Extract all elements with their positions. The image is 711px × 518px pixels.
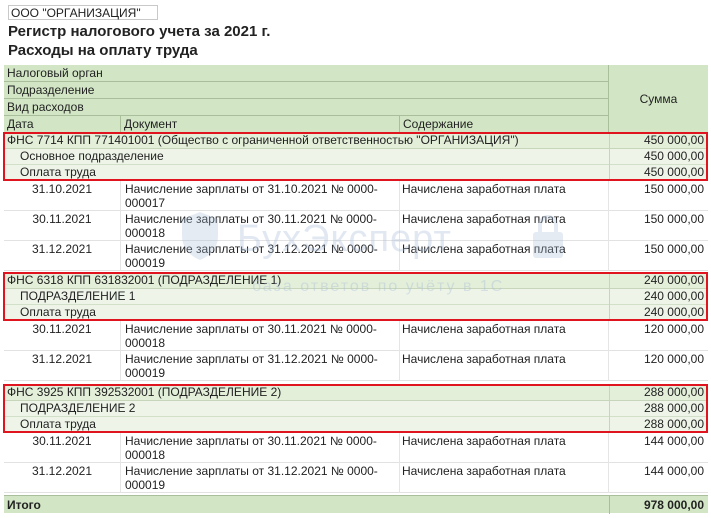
subdivision-label: Основное подразделение [20,149,164,163]
group-subdivision-row[interactable]: Основное подразделение 450 000,00 [4,149,708,165]
row-date: 31.12.2021 [4,351,121,381]
row-date: 30.11.2021 [4,433,121,463]
total-row: Итого 978 000,00 [4,495,708,514]
subdivision-label: ПОДРАЗДЕЛЕНИЕ 1 [20,289,136,303]
row-date: 31.12.2021 [4,241,121,271]
subdivision-label: ПОДРАЗДЕЛЕНИЕ 2 [20,401,136,415]
total-label: Итого [7,498,41,512]
row-date: 31.10.2021 [4,181,121,211]
expense-type-amount: 450 000,00 [609,165,708,181]
expense-type-amount: 288 000,00 [609,417,708,433]
row-document[interactable]: Начисление зарплаты от 31.10.2021 № 0000… [121,181,400,211]
row-amount: 144 000,00 [643,434,704,448]
report-title: Регистр налогового учета за 2021 г. [8,23,271,40]
group-tax-authority-row[interactable]: ФНС 6318 КПП 631832001 (ПОДРАЗДЕЛЕНИЕ 1)… [4,273,708,289]
tax-authority-label: ФНС 7714 КПП 771401001 (Общество с огран… [7,133,519,147]
row-document[interactable]: Начисление зарплаты от 30.11.2021 № 0000… [121,321,400,351]
table-row[interactable]: 31.12.2021 Начисление зарплаты от 31.12.… [4,351,708,381]
column-header-content: Содержание [400,116,609,133]
row-content: Начислена заработная плата [400,321,609,351]
table-row[interactable]: 30.11.2021 Начисление зарплаты от 30.11.… [4,211,708,241]
group-expense-type-row[interactable]: Оплата труда 240 000,00 [4,305,708,321]
tax-authority-amount: 240 000,00 [609,273,708,289]
row-date: 30.11.2021 [4,211,121,241]
row-content: Начислена заработная плата [400,211,609,241]
row-document[interactable]: Начисление зарплаты от 30.11.2021 № 0000… [121,211,400,241]
row-content: Начислена заработная плата [400,351,609,381]
expense-type-amount: 240 000,00 [609,305,708,321]
column-header-expense-type: Вид расходов [4,99,609,116]
row-amount: 150 000,00 [643,182,704,196]
column-header-date: Дата [4,116,121,133]
column-header-tax-authority: Налоговый орган [4,65,609,82]
subdivision-amount: 450 000,00 [609,149,708,165]
row-document[interactable]: Начисление зарплаты от 31.12.2021 № 0000… [121,351,400,381]
expense-type-label: Оплата труда [20,417,96,431]
group-tax-authority-row[interactable]: ФНС 3925 КПП 392532001 (ПОДРАЗДЕЛЕНИЕ 2)… [4,385,708,401]
row-amount: 144 000,00 [643,464,704,478]
table-row[interactable]: 30.11.2021 Начисление зарплаты от 30.11.… [4,433,708,463]
row-date: 30.11.2021 [4,321,121,351]
tax-authority-amount: 450 000,00 [609,133,708,149]
expense-type-label: Оплата труда [20,165,96,179]
row-content: Начислена заработная плата [400,181,609,211]
row-amount: 120 000,00 [643,352,704,366]
column-header-document: Документ [121,116,400,133]
group-tax-authority-row[interactable]: ФНС 7714 КПП 771401001 (Общество с огран… [4,133,708,149]
group-expense-type-row[interactable]: Оплата труда 450 000,00 [4,165,708,181]
tax-authority-label: ФНС 3925 КПП 392532001 (ПОДРАЗДЕЛЕНИЕ 2) [7,385,282,399]
tax-authority-amount: 288 000,00 [609,385,708,401]
organization-name: ООО "ОРГАНИЗАЦИЯ" [8,5,158,20]
row-content: Начислена заработная плата [400,241,609,271]
row-date: 31.12.2021 [4,463,121,493]
row-content: Начислена заработная плата [400,463,609,493]
row-document[interactable]: Начисление зарплаты от 31.12.2021 № 0000… [121,463,400,493]
row-document[interactable]: Начисление зарплаты от 30.11.2021 № 0000… [121,433,400,463]
row-document[interactable]: Начисление зарплаты от 31.12.2021 № 0000… [121,241,400,271]
row-amount: 150 000,00 [643,212,704,226]
total-amount: 978 000,00 [609,496,708,514]
column-header-sum: Сумма [609,65,708,133]
group-expense-type-row[interactable]: Оплата труда 288 000,00 [4,417,708,433]
column-header-subdivision: Подразделение [4,82,609,99]
report-subtitle: Расходы на оплату труда [8,42,198,59]
table-row[interactable]: 30.11.2021 Начисление зарплаты от 30.11.… [4,321,708,351]
tax-authority-label: ФНС 6318 КПП 631832001 (ПОДРАЗДЕЛЕНИЕ 1) [7,273,282,287]
row-amount: 150 000,00 [643,242,704,256]
row-amount: 120 000,00 [643,322,704,336]
expense-type-label: Оплата труда [20,305,96,319]
table-row[interactable]: 31.12.2021 Начисление зарплаты от 31.12.… [4,241,708,271]
group-subdivision-row[interactable]: ПОДРАЗДЕЛЕНИЕ 2 288 000,00 [4,401,708,417]
row-content: Начислена заработная плата [400,433,609,463]
group-subdivision-row[interactable]: ПОДРАЗДЕЛЕНИЕ 1 240 000,00 [4,289,708,305]
table-row[interactable]: 31.10.2021 Начисление зарплаты от 31.10.… [4,181,708,211]
subdivision-amount: 288 000,00 [609,401,708,417]
table-row[interactable]: 31.12.2021 Начисление зарплаты от 31.12.… [4,463,708,493]
subdivision-amount: 240 000,00 [609,289,708,305]
